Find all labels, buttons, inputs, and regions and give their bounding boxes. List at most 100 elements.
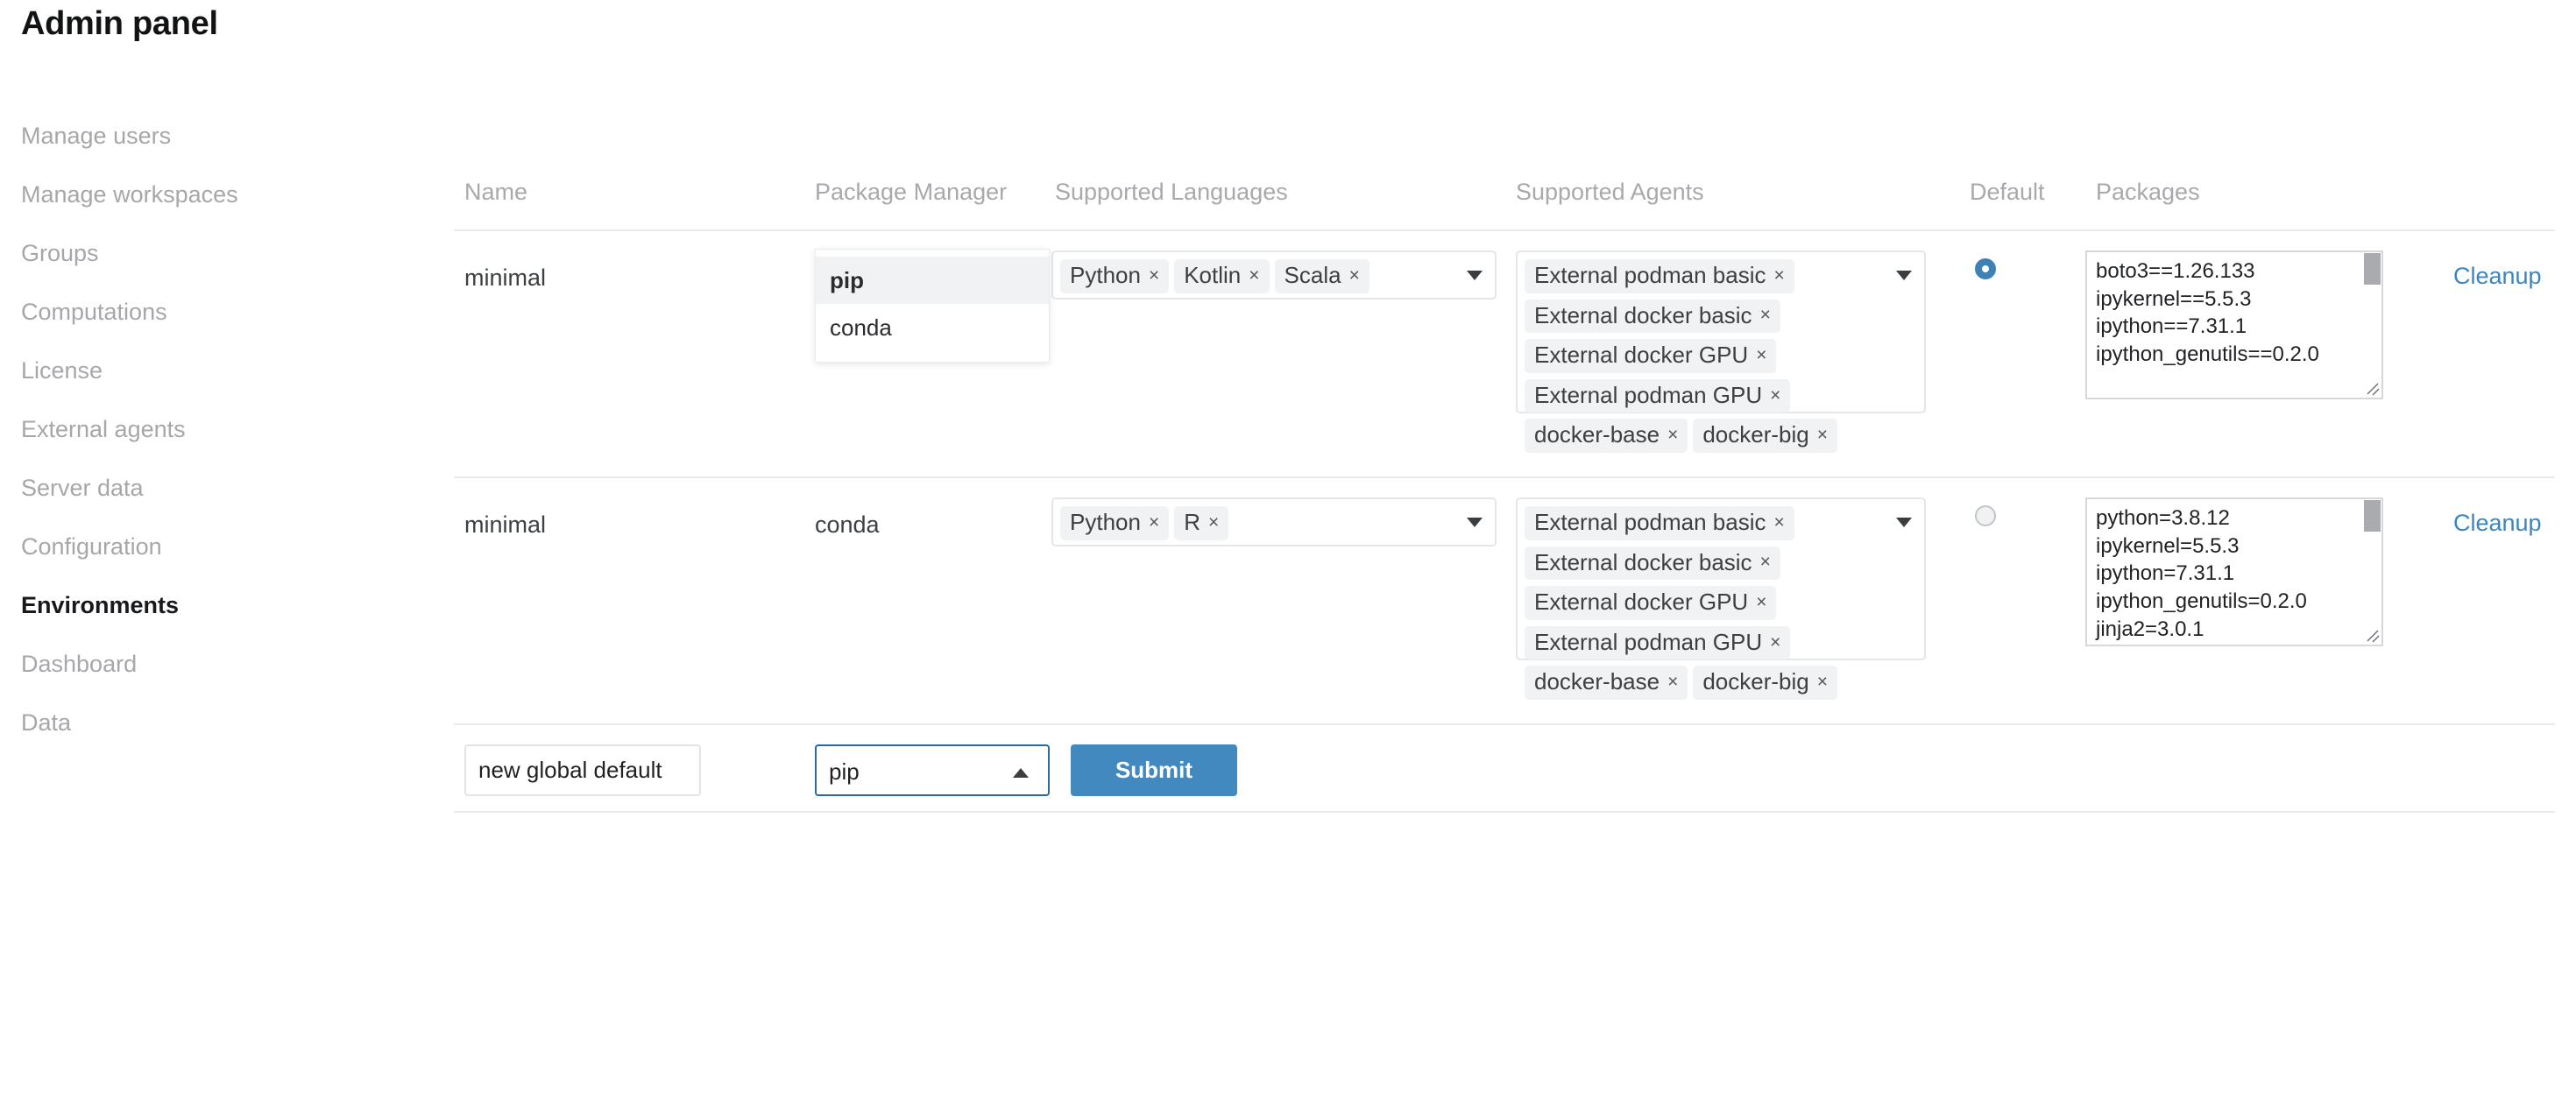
agent-tag[interactable]: External docker GPU × xyxy=(1525,339,1777,373)
tag-label: Kotlin xyxy=(1184,262,1242,288)
supported-languages-multiselect[interactable]: Python × Kotlin × Scala × xyxy=(1051,250,1497,300)
agent-tag[interactable]: docker-big × xyxy=(1693,666,1838,700)
remove-tag-icon[interactable]: × xyxy=(1249,265,1259,286)
agent-tag[interactable]: External podman GPU × xyxy=(1525,378,1791,413)
tag-label: External podman GPU xyxy=(1534,628,1763,655)
remove-tag-icon[interactable]: × xyxy=(1760,305,1771,325)
tag-label: Python xyxy=(1070,509,1141,535)
column-header-supported-languages: Supported Languages xyxy=(1055,179,1288,205)
agent-tag[interactable]: External podman GPU × xyxy=(1525,625,1791,660)
caret-up-icon[interactable] xyxy=(1013,768,1029,778)
package-manager-selected-value: pip xyxy=(829,758,860,785)
remove-tag-icon[interactable]: × xyxy=(1773,512,1784,532)
packages-scrollbar[interactable] xyxy=(2364,499,2381,645)
tag-label: External docker GPU xyxy=(1534,342,1749,369)
agent-tag[interactable]: docker-base × xyxy=(1525,419,1688,453)
language-tag[interactable]: R × xyxy=(1174,506,1229,540)
agent-tag[interactable]: External podman basic × xyxy=(1525,259,1794,293)
env-package-manager: conda xyxy=(815,511,880,538)
remove-tag-icon[interactable]: × xyxy=(1208,512,1219,532)
sidebar-item-dashboard[interactable]: Dashboard xyxy=(21,652,407,676)
chevron-down-icon[interactable] xyxy=(1467,518,1483,527)
sidebar-item-external-agents[interactable]: External agents xyxy=(21,418,407,441)
remove-tag-icon[interactable]: × xyxy=(1149,265,1159,286)
sidebar-item-manage-workspaces[interactable]: Manage workspaces xyxy=(21,183,407,207)
chevron-down-icon[interactable] xyxy=(1467,271,1483,280)
remove-tag-icon[interactable]: × xyxy=(1756,592,1766,612)
remove-tag-icon[interactable]: × xyxy=(1149,512,1159,532)
sidebar-item-license[interactable]: License xyxy=(21,359,407,383)
language-tag[interactable]: Python × xyxy=(1060,259,1170,293)
agent-tag-list: External podman basic × External docker b… xyxy=(1525,259,1917,453)
agent-tag[interactable]: External docker basic × xyxy=(1525,299,1780,334)
tag-label: External podman basic xyxy=(1534,262,1766,288)
sidebar-item-manage-users[interactable]: Manage users xyxy=(21,124,407,148)
supported-agents-multiselect[interactable]: External podman basic × External docker b… xyxy=(1516,497,1926,700)
resize-grip-icon[interactable] xyxy=(2363,379,2381,397)
env-name: minimal xyxy=(464,264,547,291)
packages-scrollbar[interactable] xyxy=(2364,252,2381,398)
supported-languages-multiselect[interactable]: Python × R × xyxy=(1051,497,1497,546)
scrollbar-thumb[interactable] xyxy=(2364,253,2381,285)
remove-tag-icon[interactable]: × xyxy=(1770,632,1780,652)
dropdown-option-conda[interactable]: conda xyxy=(816,304,1049,351)
language-tag[interactable]: Python × xyxy=(1060,506,1170,540)
packages-textarea[interactable]: python=3.8.12 ipykernel=5.5.3 ipython=7.… xyxy=(2085,497,2383,646)
remove-tag-icon[interactable]: × xyxy=(1817,672,1828,692)
sidebar-nav: Manage users Manage workspaces Groups Co… xyxy=(21,124,407,770)
page-title: Admin panel xyxy=(21,5,218,42)
tag-label: External docker GPU xyxy=(1534,589,1749,616)
agent-tag[interactable]: External docker basic × xyxy=(1525,546,1780,581)
tag-label: R xyxy=(1184,509,1200,535)
agent-tag[interactable]: docker-base × xyxy=(1525,666,1688,700)
default-radio[interactable] xyxy=(1975,258,1996,279)
default-radio[interactable] xyxy=(1975,505,1996,526)
remove-tag-icon[interactable]: × xyxy=(1756,345,1766,365)
agent-tag[interactable]: External docker GPU × xyxy=(1525,586,1777,620)
remove-tag-icon[interactable]: × xyxy=(1760,552,1771,572)
agent-tag[interactable]: docker-big × xyxy=(1693,419,1838,453)
remove-tag-icon[interactable]: × xyxy=(1667,425,1678,445)
tag-label: External podman GPU xyxy=(1534,381,1763,408)
sidebar-item-data[interactable]: Data xyxy=(21,711,407,735)
remove-tag-icon[interactable]: × xyxy=(1817,425,1828,445)
sidebar-item-configuration[interactable]: Configuration xyxy=(21,535,407,559)
packages-text: boto3==1.26.133 ipykernel==5.5.3 ipython… xyxy=(2096,259,2319,367)
sidebar-item-computations[interactable]: Computations xyxy=(21,300,407,324)
new-environment-name-input[interactable] xyxy=(464,744,701,796)
tag-label: Python xyxy=(1070,262,1141,288)
sidebar-item-groups[interactable]: Groups xyxy=(21,242,407,265)
new-environment-form-row: pip Submit xyxy=(454,723,2555,813)
submit-button[interactable]: Submit xyxy=(1071,744,1237,796)
env-name: minimal xyxy=(464,511,547,538)
language-tag[interactable]: Kotlin × xyxy=(1174,259,1270,293)
package-manager-dropdown-menu: pip conda xyxy=(815,249,1050,363)
tag-label: Scala xyxy=(1284,262,1341,288)
chevron-down-icon[interactable] xyxy=(1896,518,1912,527)
sidebar-item-environments[interactable]: Environments xyxy=(21,594,407,617)
tag-label: docker-big xyxy=(1702,421,1809,448)
remove-tag-icon[interactable]: × xyxy=(1667,672,1678,692)
column-header-package-manager: Package Manager xyxy=(815,179,1008,205)
cleanup-link[interactable]: Cleanup xyxy=(2453,510,2542,537)
language-tag[interactable]: Scala × xyxy=(1274,259,1369,293)
agent-tag-list: External podman basic × External docker b… xyxy=(1525,506,1917,700)
tag-label: External docker basic xyxy=(1534,301,1752,328)
remove-tag-icon[interactable]: × xyxy=(1770,385,1780,405)
remove-tag-icon[interactable]: × xyxy=(1773,265,1784,286)
agent-tag[interactable]: External podman basic × xyxy=(1525,506,1794,540)
packages-textarea[interactable]: boto3==1.26.133 ipykernel==5.5.3 ipython… xyxy=(2085,250,2383,399)
package-manager-select[interactable]: pip xyxy=(815,744,1050,796)
scrollbar-thumb[interactable] xyxy=(2364,500,2381,532)
column-header-name: Name xyxy=(464,179,528,205)
table-row: minimal pip Python × Kotlin × Scala × Exter… xyxy=(454,229,2555,476)
remove-tag-icon[interactable]: × xyxy=(1349,265,1360,286)
tag-label: External podman basic xyxy=(1534,509,1766,535)
chevron-down-icon[interactable] xyxy=(1896,271,1912,280)
supported-agents-multiselect[interactable]: External podman basic × External docker b… xyxy=(1516,250,1926,453)
resize-grip-icon[interactable] xyxy=(2363,626,2381,644)
cleanup-link[interactable]: Cleanup xyxy=(2453,263,2542,290)
language-tag-list: Python × R × xyxy=(1060,506,1488,540)
sidebar-item-server-data[interactable]: Server data xyxy=(21,476,407,500)
dropdown-option-pip[interactable]: pip xyxy=(816,257,1049,304)
